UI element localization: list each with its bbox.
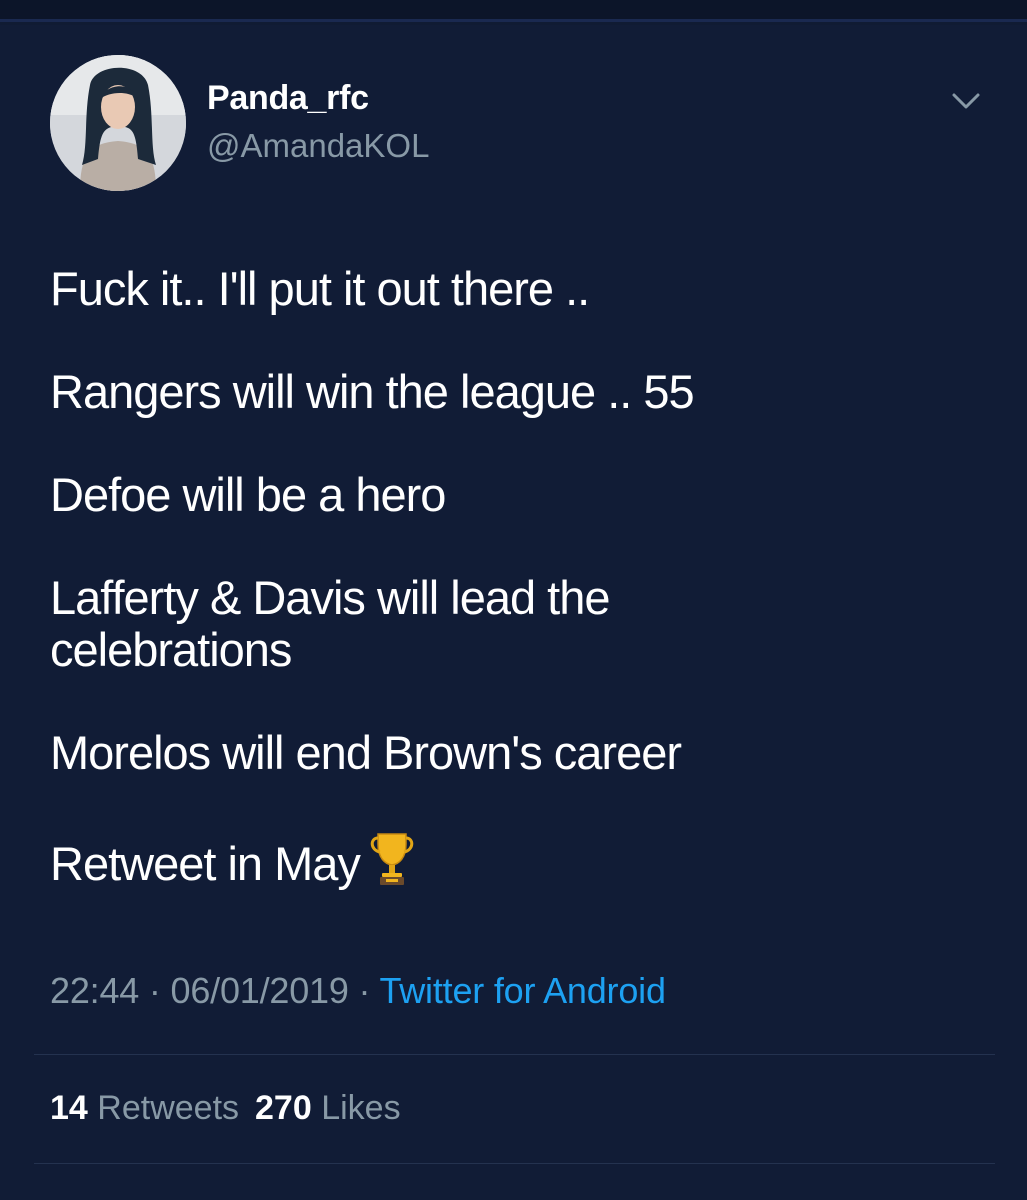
tweet-line: celebrations <box>50 623 292 676</box>
chevron-down-icon[interactable] <box>946 87 986 117</box>
display-name[interactable]: Panda_rfc <box>207 79 369 118</box>
tweet-line: Fuck it.. I'll put it out there .. <box>50 262 590 315</box>
trophy-icon <box>368 830 416 898</box>
user-handle[interactable]: @AmandaKOL <box>207 127 429 165</box>
separator: · <box>139 970 171 1011</box>
top-bar <box>0 0 1027 22</box>
tweet-line: Lafferty & Davis will lead the <box>50 571 611 624</box>
tweet-line-group: Retweet in May <box>50 830 990 898</box>
tweet-line: Morelos will end Brown's career <box>50 726 682 779</box>
source-link[interactable]: Twitter for Android <box>379 970 666 1011</box>
retweets-count: 14 <box>50 1089 88 1127</box>
tweet-date: 06/01/2019 <box>170 970 349 1011</box>
avatar-image <box>50 55 186 191</box>
tweet-line: Rangers will win the league .. 55 <box>50 365 695 418</box>
tweet-meta: 22:44 · 06/01/2019 · Twitter for Android <box>50 970 666 1012</box>
tweet-line-group: Lafferty & Davis will lead the celebrati… <box>50 572 990 676</box>
likes-count: 270 <box>255 1089 312 1127</box>
tweet-text: Fuck it.. I'll put it out there .. Range… <box>50 263 990 949</box>
retweets-label: Retweets <box>97 1089 240 1127</box>
separator: · <box>348 970 380 1011</box>
tweet-line: Defoe will be a hero <box>50 468 446 521</box>
tweet-line: Retweet in May <box>50 837 361 890</box>
tweet-time: 22:44 <box>50 970 140 1011</box>
divider <box>34 1054 995 1055</box>
likes-label: Likes <box>321 1089 401 1127</box>
avatar[interactable] <box>50 55 186 191</box>
divider <box>34 1163 995 1164</box>
tweet-card: Panda_rfc @AmandaKOL Fuck it.. I'll put … <box>0 25 1027 1200</box>
likes-stat[interactable]: 270 Likes <box>255 1089 401 1127</box>
engagement-stats: 14 Retweets 270 Likes <box>50 1089 401 1128</box>
retweets-stat[interactable]: 14 Retweets <box>50 1089 239 1127</box>
